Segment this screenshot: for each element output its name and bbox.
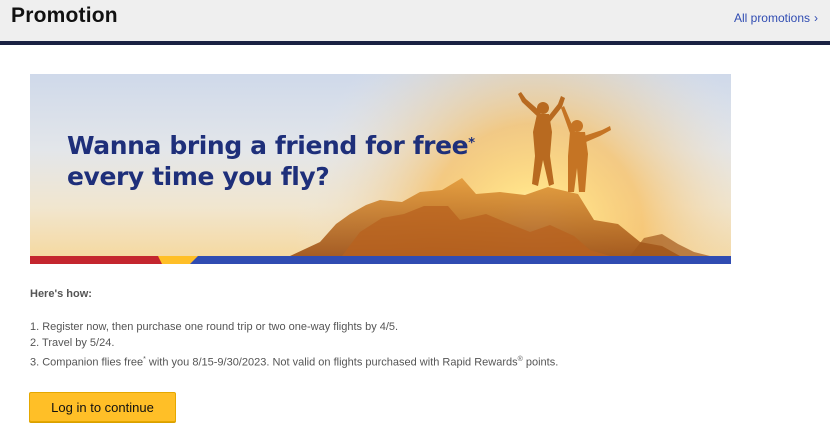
header-divider (0, 41, 830, 45)
step3-text-b: with you 8/15-9/30/2023. Not valid on fl… (145, 356, 518, 369)
banner-headline-line-1: Wanna bring a friend for free* (67, 130, 475, 161)
banner-headline-line-2: every time you fly? (67, 162, 330, 191)
step3-text-c: points. (522, 356, 559, 369)
promo-banner: Wanna bring a friend for free* every tim… (30, 74, 731, 264)
steps-list: 1. Register now, then purchase one round… (30, 320, 559, 369)
headline-asterisk: * (468, 136, 475, 151)
howto-heading: Here's how: (30, 288, 92, 300)
headline-text-1: Wanna bring a friend for free (67, 131, 469, 160)
login-button[interactable]: Log in to continue (29, 392, 176, 422)
banner-headline: Wanna bring a friend for free* every tim… (67, 130, 475, 192)
all-promotions-label: All promotions (733, 11, 810, 25)
step-item: 1. Register now, then purchase one round… (30, 321, 399, 333)
page-header: Promotion All promotions › (0, 0, 830, 42)
page-title: Promotion (11, 4, 118, 27)
step-item: 2. Travel by 5/24. (30, 337, 115, 349)
all-promotions-link[interactable]: All promotions › (734, 11, 818, 25)
chevron-right-icon: › (814, 11, 818, 25)
step3-text-a: 3. Companion flies free (30, 356, 144, 369)
step-item: 3. Companion flies free* with you 8/15-9… (30, 352, 559, 369)
